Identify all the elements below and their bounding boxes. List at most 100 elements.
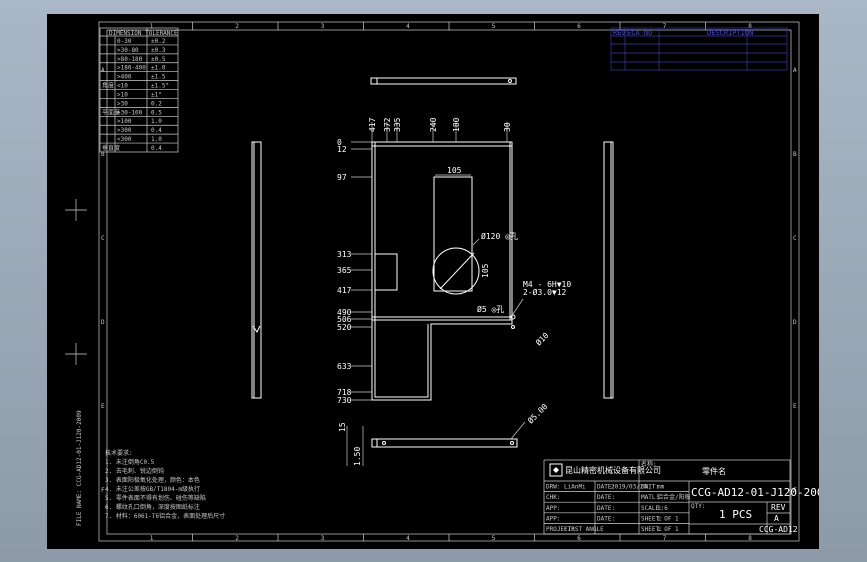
quantity: 1 PCS bbox=[719, 508, 752, 521]
technical-notes: 技术要求:1. 未注倒角C0.52. 去毛刺、锐边倒钝3. 表面阳极氧化处理，颜… bbox=[105, 449, 225, 520]
tolerance-value: ±1.5° bbox=[151, 83, 169, 90]
grid-number-top: 3 bbox=[321, 23, 325, 30]
rev-value: A bbox=[774, 514, 779, 523]
title-block-field: mm bbox=[657, 484, 665, 491]
svg-text:15: 15 bbox=[338, 422, 347, 432]
note-line: 1. 未注倒角C0.5 bbox=[105, 458, 155, 466]
grid-number-bottom: 6 bbox=[577, 535, 581, 542]
tolerance-value: ±1.5 bbox=[151, 74, 166, 81]
grid-number-bottom: 3 bbox=[321, 535, 325, 542]
title-block-field: APP: bbox=[546, 505, 560, 512]
title-block-field: DRW: bbox=[546, 484, 560, 491]
main-plate-view bbox=[371, 141, 516, 401]
title-block-field: APP: bbox=[546, 515, 560, 522]
tolerance-value: ±0.5 bbox=[151, 56, 166, 63]
grid-number-bottom: 5 bbox=[492, 535, 496, 542]
grid-number-top: 4 bbox=[406, 23, 410, 30]
grid-letter-right: A bbox=[793, 67, 797, 74]
svg-text:1.50: 1.50 bbox=[353, 447, 362, 466]
dim-top-label: 240 bbox=[429, 117, 438, 132]
title-block-field: 1 OF 1 bbox=[657, 515, 679, 522]
grid-number-top: 2 bbox=[235, 23, 239, 30]
crosshair-marks bbox=[65, 199, 87, 365]
revision-table: REV ECA NO DESCRIPTION bbox=[610, 27, 788, 71]
title-block: DRW: LiAnMi DATE:2019/03/20UNIT:mmCHK: DATE… bbox=[543, 459, 819, 535]
grid-number-bottom: 8 bbox=[748, 535, 752, 542]
grid-references: 1122334455667788A AB BC CD DE EF F bbox=[101, 22, 797, 542]
tolerance-value: ±1.0 bbox=[151, 65, 166, 72]
note-line: 2. 去毛刺、锐边倒钝 bbox=[105, 467, 164, 475]
tolerance-value: ±0.3 bbox=[151, 47, 166, 54]
grid-letter-left: E bbox=[101, 403, 105, 410]
drawing-inner-frame bbox=[106, 29, 792, 535]
dim-top-label: 335 bbox=[393, 117, 402, 132]
drawing-canvas[interactable]: 1122334455667788AABBCCDDEEFF FILE NAME: … bbox=[47, 14, 819, 549]
description-header: DESCRIPTION bbox=[707, 29, 753, 37]
title-block-field: FIRST ANGLE bbox=[564, 526, 604, 533]
file-name-vertical: FILE NAME: CCG-AD12-01-J120-2009 bbox=[76, 410, 83, 526]
company-logo bbox=[549, 463, 563, 477]
qty-label: QTY: bbox=[691, 503, 705, 510]
tolerance-range: >10 bbox=[117, 91, 128, 98]
eca-header: ECA NO bbox=[627, 29, 652, 37]
top-view-strip bbox=[370, 77, 517, 85]
title-block-field: CHK: bbox=[546, 494, 560, 501]
dim-top-label: 180 bbox=[452, 117, 461, 132]
title-block-field: 1:6 bbox=[657, 505, 668, 512]
grid-number-bottom: 2 bbox=[235, 535, 239, 542]
tolerance-group: 垂直度 bbox=[102, 144, 120, 152]
dim-top-label: 417 bbox=[368, 117, 377, 132]
svg-text:Ø5.00: Ø5.00 bbox=[525, 401, 549, 425]
title-block-field: 1 OF 1 bbox=[657, 526, 679, 533]
tolerance-range: <10 bbox=[117, 83, 128, 90]
grid-number-bottom: 7 bbox=[663, 535, 667, 542]
bottom-code: CCG-AD12 bbox=[759, 525, 798, 534]
grid-letter-right: D bbox=[793, 319, 797, 326]
grid-number-top: 1 bbox=[150, 23, 154, 30]
svg-text:105: 105 bbox=[447, 166, 462, 175]
title-block-field: 铝合金/阳极 bbox=[657, 493, 691, 501]
note-line: 3. 表面阳极氧化处理，颜色：本色 bbox=[105, 476, 200, 484]
svg-text:105: 105 bbox=[481, 263, 490, 278]
dim-top-label: 372 bbox=[383, 117, 392, 132]
title-block-field: DATE: bbox=[597, 494, 615, 501]
tolerance-range: >30-80 bbox=[117, 47, 139, 54]
dim-left-label: 365 bbox=[337, 266, 352, 275]
tolerance-value: 1.0 bbox=[151, 136, 162, 143]
grid-number-top: 6 bbox=[577, 23, 581, 30]
tolerance-value: 1.0 bbox=[151, 118, 162, 125]
left-dimensions: 01297313365417490506520633718730 bbox=[337, 138, 352, 405]
part-name: 零件名 bbox=[702, 466, 726, 476]
title-block-field: DATE: bbox=[597, 505, 615, 512]
tolerance-range: >300 bbox=[117, 127, 132, 134]
cad-drawing: 1122334455667788A AB BC CD DE EF F FILE NAME: … bbox=[65, 21, 819, 542]
grid-number-top: 5 bbox=[492, 23, 496, 30]
tolerance-range: >30-100 bbox=[117, 109, 143, 116]
tolerance-value: 0.4 bbox=[151, 127, 162, 134]
top-dimensions: 417 372 335 240 180 30 bbox=[368, 117, 512, 132]
note-line: 4. 未注公差按GB/T1804-m级执行 bbox=[105, 485, 200, 493]
grid-letter-right: C bbox=[793, 235, 797, 242]
tolerance-range: <300 bbox=[117, 136, 132, 143]
dim-left-label: 633 bbox=[337, 362, 352, 371]
grid-letter-right: E bbox=[793, 403, 797, 410]
dim-left-label: 97 bbox=[337, 173, 347, 182]
tolerance-value: 0.4 bbox=[151, 145, 162, 152]
dim-left-label: 313 bbox=[337, 250, 352, 259]
tolerance-value: ±0.2 bbox=[151, 38, 166, 45]
right-side-view bbox=[603, 141, 614, 399]
note-line: 6. 螺纹孔口倒角，深度按图纸标注 bbox=[105, 503, 200, 511]
grid-number-bottom: 1 bbox=[150, 535, 154, 542]
grid-letter-right: B bbox=[793, 151, 797, 158]
bottom-view-strip bbox=[346, 421, 526, 466]
left-side-view bbox=[251, 141, 262, 399]
svg-text:Ø10: Ø10 bbox=[533, 330, 550, 347]
rev-label: REV bbox=[771, 503, 786, 512]
tolerance-range: >180-400 bbox=[117, 65, 146, 72]
note-line: 7. 材料：6061-T6铝合金，表面处理后尺寸 bbox=[105, 512, 225, 520]
tolerance-range: 0-30 bbox=[117, 38, 132, 45]
dim-top-label: 30 bbox=[503, 122, 512, 132]
bottom-view-dimensions: Ø5.00 15 1.50 bbox=[338, 401, 550, 466]
grid-letter-left: C bbox=[101, 235, 105, 242]
tolerance-group: 角度 bbox=[102, 82, 114, 90]
